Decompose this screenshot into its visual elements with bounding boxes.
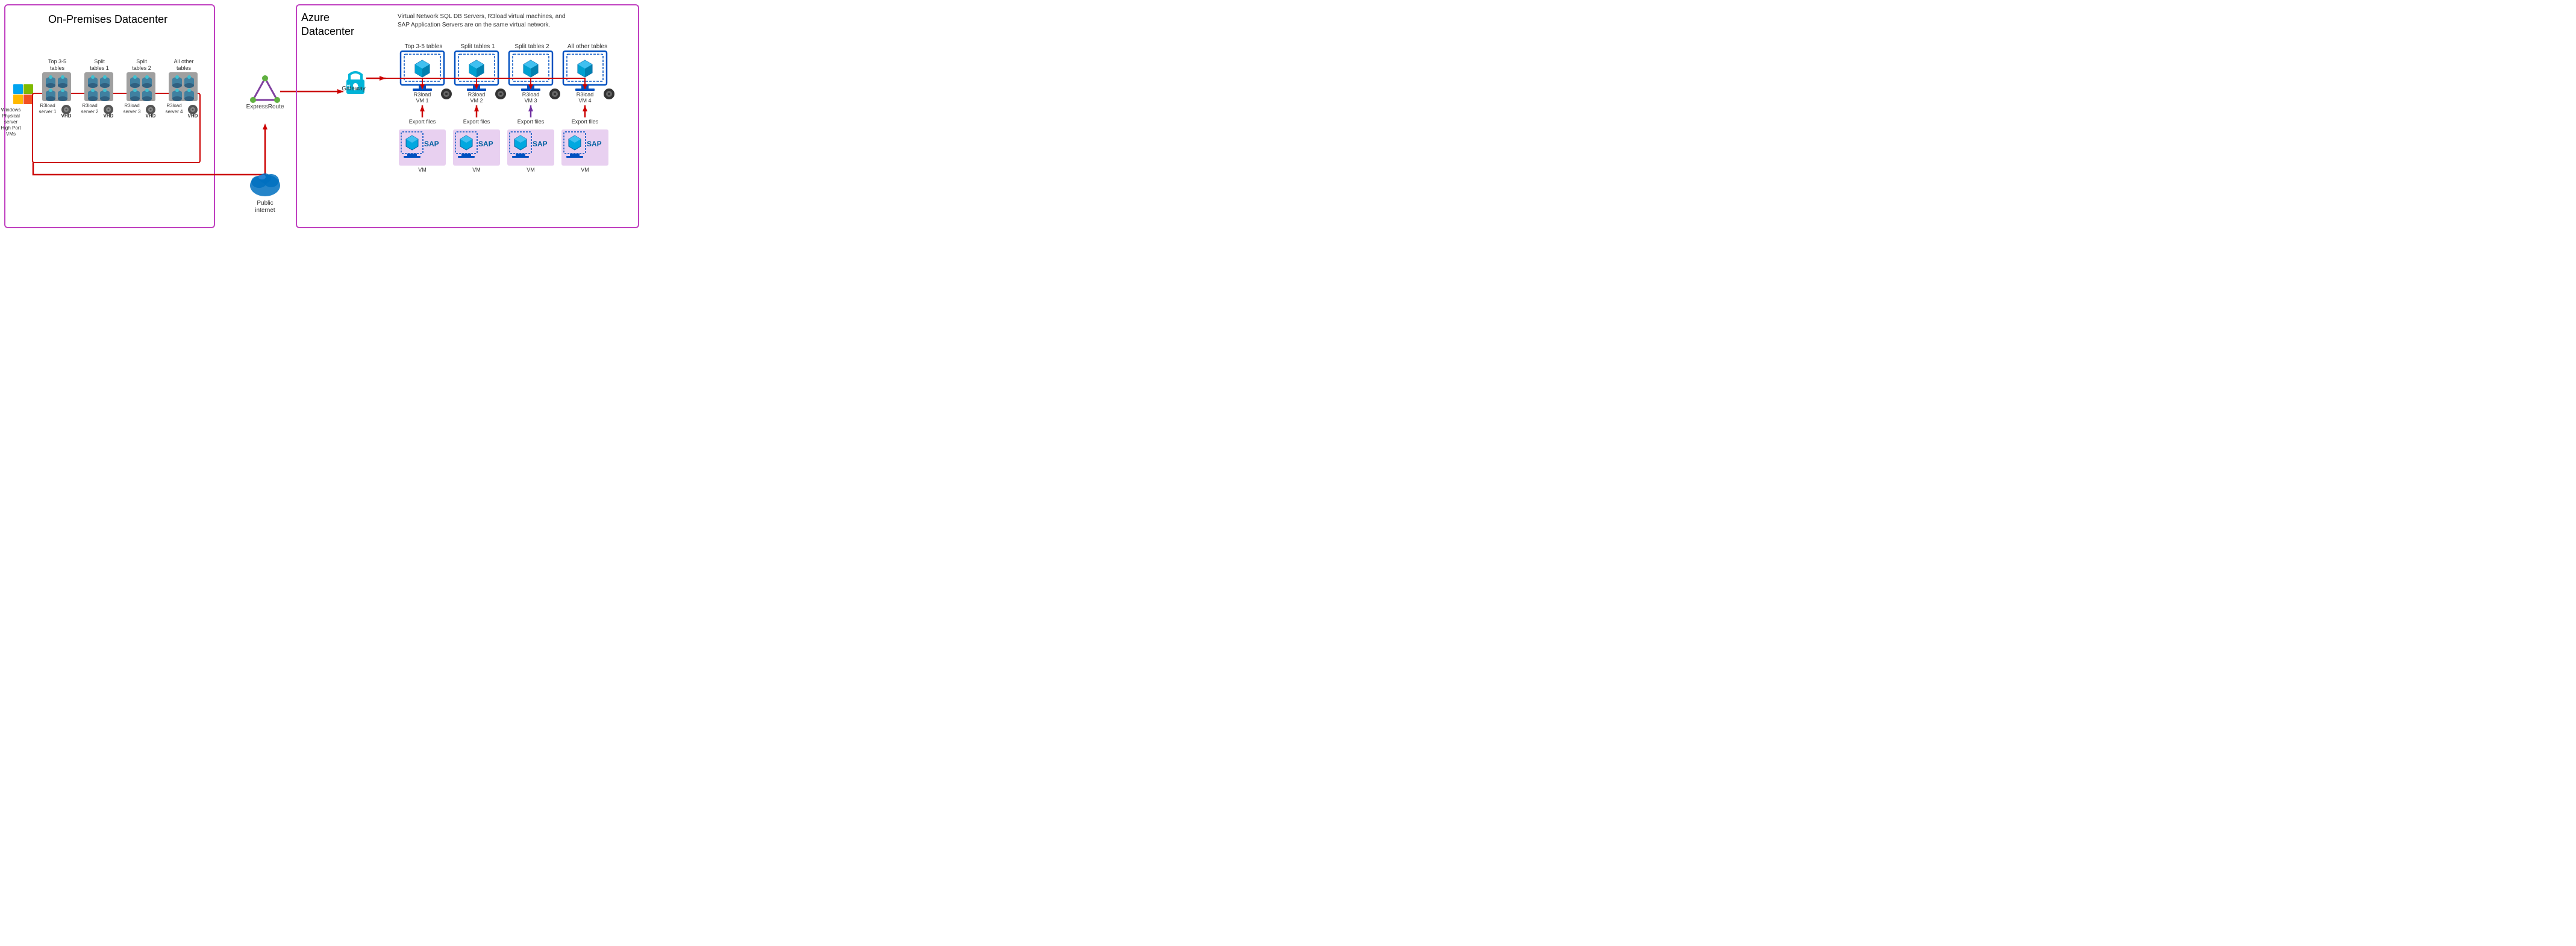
svg-text:tables: tables bbox=[50, 65, 65, 71]
export-label-1: Export files bbox=[409, 119, 436, 125]
svg-text:VHD: VHD bbox=[61, 113, 72, 119]
vm-label-4: VM bbox=[581, 167, 589, 173]
azure-note: Virtual Network SQL DB Servers, R3load v… bbox=[398, 13, 565, 20]
svg-text:SAP: SAP bbox=[424, 140, 439, 148]
svg-text:Datacenter: Datacenter bbox=[301, 25, 354, 37]
svg-text:server 1: server 1 bbox=[39, 109, 57, 114]
vm-label-2: VM bbox=[472, 167, 481, 173]
svg-text:tables 1: tables 1 bbox=[90, 65, 109, 71]
svg-text:server 4: server 4 bbox=[166, 109, 183, 114]
svg-text:internet: internet bbox=[255, 207, 275, 214]
svg-text:SAP: SAP bbox=[533, 140, 548, 148]
r3load-vm4-label: R3load bbox=[577, 92, 594, 98]
export-label-3: Export files bbox=[517, 119, 545, 125]
gateway-label: Gateway bbox=[342, 86, 365, 92]
server-icon-3 bbox=[127, 72, 155, 101]
svg-text:Split: Split bbox=[94, 58, 105, 64]
disk-icon-3 bbox=[549, 89, 560, 99]
svg-text:SAP: SAP bbox=[587, 140, 602, 148]
col1-title: Top 3-5 tables bbox=[405, 43, 443, 50]
export-label-4: Export files bbox=[572, 119, 599, 125]
svg-text:VHD: VHD bbox=[146, 113, 156, 119]
sap-vm-3: SAP bbox=[507, 129, 554, 166]
col4-title: All other tables bbox=[567, 43, 607, 50]
svg-text:VHD: VHD bbox=[104, 113, 114, 119]
svg-text:VM 3: VM 3 bbox=[524, 98, 537, 104]
svg-text:R3load: R3load bbox=[166, 103, 181, 108]
svg-text:tables 2: tables 2 bbox=[132, 65, 151, 71]
disk-icon-2 bbox=[495, 89, 506, 99]
svg-text:R3load: R3load bbox=[82, 103, 97, 108]
vm-label-3: VM bbox=[527, 167, 535, 173]
sap-vm-2: SAP bbox=[453, 129, 500, 166]
svg-text:server: server bbox=[4, 119, 18, 125]
col2-title: Split tables 1 bbox=[460, 43, 495, 50]
svg-text:Physical: Physical bbox=[2, 113, 20, 119]
svg-text:SAP Application Servers are on: SAP Application Servers are on the same … bbox=[398, 22, 550, 28]
export-label-2: Export files bbox=[463, 119, 490, 125]
azure-title: Azure bbox=[301, 11, 330, 23]
svg-text:Split: Split bbox=[136, 58, 147, 64]
svg-text:VHD: VHD bbox=[188, 113, 198, 119]
svg-text:Top 3-5: Top 3-5 bbox=[48, 58, 66, 64]
svg-text:VM 1: VM 1 bbox=[416, 98, 428, 104]
sap-vm-4: SAP bbox=[561, 129, 608, 166]
main-diagram: On-Premises Datacenter Windows Physical … bbox=[0, 0, 645, 237]
server-icon-2 bbox=[84, 72, 113, 101]
server-icon-1 bbox=[42, 72, 71, 101]
svg-text:R3load: R3load bbox=[124, 103, 139, 108]
svg-text:server 3: server 3 bbox=[123, 109, 141, 114]
disk-icon-4 bbox=[604, 89, 614, 99]
r3load-vm3-label: R3load bbox=[522, 92, 540, 98]
svg-text:All other: All other bbox=[174, 58, 193, 64]
vm-label-1: VM bbox=[418, 167, 427, 173]
r3load-vm2-label: R3load bbox=[468, 92, 486, 98]
windows-label: Windows bbox=[1, 107, 20, 113]
svg-text:VMs: VMs bbox=[6, 131, 16, 137]
svg-text:R3load: R3load bbox=[40, 103, 55, 108]
svg-text:SAP: SAP bbox=[478, 140, 493, 148]
on-premises-title: On-Premises Datacenter bbox=[48, 13, 167, 25]
sap-vm-1: SAP bbox=[399, 129, 446, 166]
svg-text:High Port: High Port bbox=[1, 125, 21, 131]
public-internet-label: Public bbox=[257, 200, 273, 207]
svg-text:VM 2: VM 2 bbox=[470, 98, 483, 104]
col3-title: Split tables 2 bbox=[514, 43, 549, 50]
svg-text:tables: tables bbox=[177, 65, 192, 71]
svg-text:VM 4: VM 4 bbox=[578, 98, 591, 104]
r3load-vm1-label: R3load bbox=[414, 92, 431, 98]
svg-text:server 2: server 2 bbox=[81, 109, 99, 114]
disk-icon-1 bbox=[441, 89, 452, 99]
server-icon-4 bbox=[169, 72, 198, 101]
expressroute-label: ExpressRoute bbox=[246, 104, 284, 110]
